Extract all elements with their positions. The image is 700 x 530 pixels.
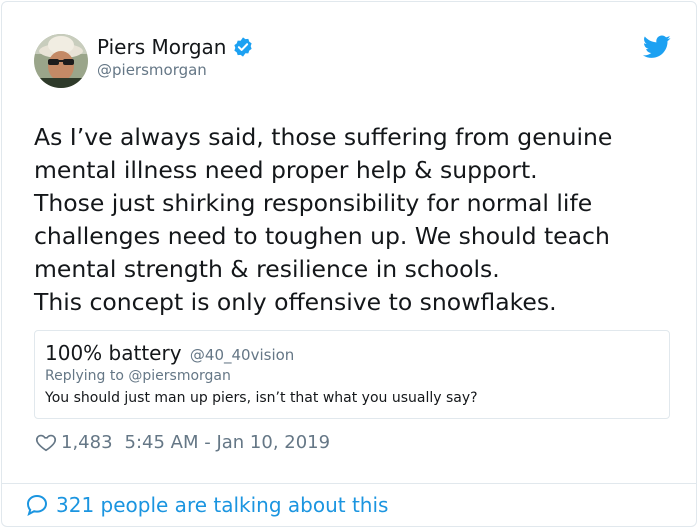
tweet-line: mental strength & resilience in schools. [34,255,500,283]
quoted-text: You should just man up piers, isn’t that… [45,390,478,406]
quoted-author-handle: @40_40vision [189,346,295,364]
quoted-tweet[interactable]: 100% battery @40_40vision Replying to @p… [34,330,670,419]
tweet-line: This concept is only offensive to snowfl… [34,288,557,316]
heart-icon[interactable] [35,431,57,453]
twitter-bird-icon[interactable] [643,35,671,59]
avatar-photo [34,34,88,88]
quoted-author-row: 100% battery @40_40vision [45,341,294,365]
tweet-meta: 1,483 5:45 AM - Jan 10, 2019 [35,431,330,453]
author-handle[interactable]: @piersmorgan [97,61,207,79]
tweet-text: As I’ve always said, those suffering fro… [34,121,674,319]
avatar[interactable] [34,34,88,88]
tweet-line: mental illness need proper help & suppor… [34,156,538,184]
author-name[interactable]: Piers Morgan [97,35,226,59]
tweet-card: Piers Morgan @piersmorgan As I’ve always… [1,1,697,527]
like-count[interactable]: 1,483 [61,432,113,453]
quoted-author-name: 100% battery [45,341,182,365]
replying-to: Replying to @piersmorgan [45,368,231,384]
divider [2,483,696,484]
conversation-label[interactable]: 321 people are talking about this [56,493,388,517]
author-name-row[interactable]: Piers Morgan [97,35,254,59]
verified-badge-icon [234,37,253,57]
tweet-line: challenges need to toughen up. We should… [34,222,610,250]
tweet-line: As I’ve always said, those suffering fro… [34,123,613,151]
conversation-link[interactable]: 321 people are talking about this [25,493,388,517]
timestamp[interactable]: 5:45 AM - Jan 10, 2019 [125,432,331,453]
tweet-line: Those just shirking responsibility for n… [34,189,593,217]
speech-bubble-icon [26,494,48,517]
